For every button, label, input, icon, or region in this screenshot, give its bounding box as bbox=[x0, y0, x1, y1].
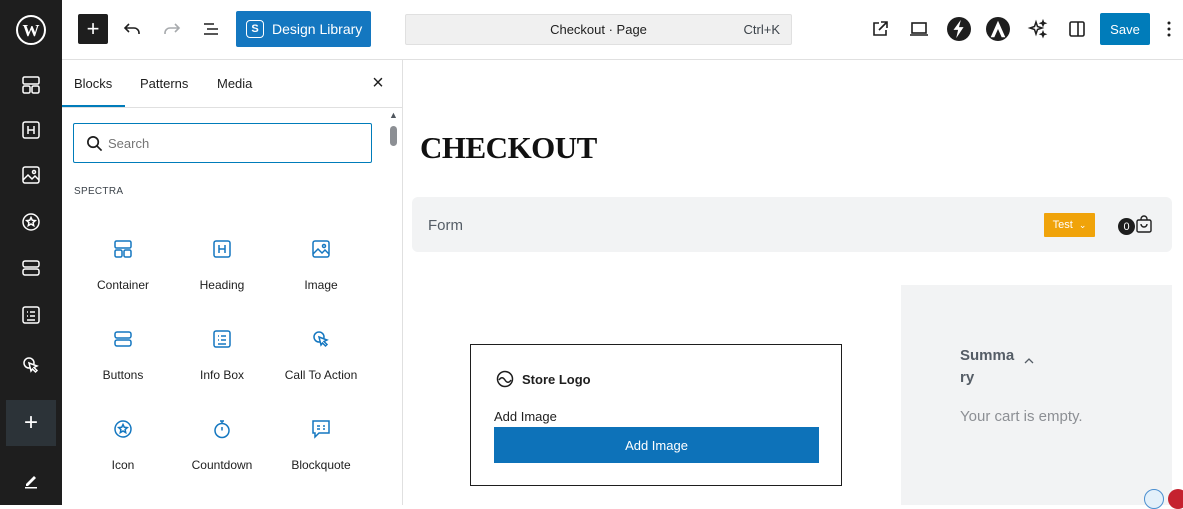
block-inserter-panel: Blocks Patterns Media × SPECTRA Containe… bbox=[62, 60, 403, 505]
container-icon bbox=[114, 240, 132, 258]
block-countdown[interactable]: Countdown bbox=[172, 418, 272, 498]
block-label: Icon bbox=[111, 458, 135, 472]
rail-edit-pencil-icon[interactable] bbox=[0, 460, 62, 500]
rail-info-box-icon[interactable] bbox=[0, 295, 62, 335]
tab-media[interactable]: Media bbox=[217, 76, 252, 91]
spectra-logo-icon: S bbox=[246, 20, 264, 38]
block-call-to-action[interactable]: Call To Action bbox=[271, 328, 371, 408]
block-blockquote[interactable]: Blockquote bbox=[271, 418, 371, 498]
page-title[interactable]: CHECKOUT bbox=[420, 130, 597, 166]
rail-heading-icon[interactable] bbox=[0, 110, 62, 150]
add-image-button[interactable]: Add Image bbox=[494, 427, 819, 463]
block-image[interactable]: Image bbox=[271, 238, 371, 318]
active-tab-indicator bbox=[62, 105, 125, 107]
close-icon[interactable]: × bbox=[367, 72, 389, 94]
floating-badges bbox=[1144, 489, 1183, 509]
undo-icon[interactable] bbox=[117, 14, 147, 44]
inserter-scrollbar[interactable]: ▲ bbox=[388, 110, 400, 505]
block-category-label: SPECTRA bbox=[74, 186, 124, 197]
redo-icon[interactable] bbox=[157, 14, 187, 44]
buttons-icon bbox=[114, 331, 132, 347]
chevron-up-icon[interactable] bbox=[1022, 354, 1036, 368]
editor-toolbar: + S Design Library Checkout · Page Ctrl+… bbox=[62, 0, 1183, 60]
tab-blocks[interactable]: Blocks bbox=[74, 76, 112, 91]
admin-rail: W + bbox=[0, 0, 62, 505]
spectra-bolt-icon[interactable] bbox=[944, 14, 974, 44]
astra-logo-icon[interactable] bbox=[983, 14, 1013, 44]
block-buttons[interactable]: Buttons bbox=[73, 328, 173, 408]
rail-call-to-action-icon[interactable] bbox=[0, 345, 62, 385]
form-label: Form bbox=[428, 217, 463, 234]
store-logo-icon bbox=[496, 370, 514, 388]
command-shortcut: Ctrl+K bbox=[743, 22, 780, 37]
tab-patterns[interactable]: Patterns bbox=[140, 76, 188, 91]
cart-empty-message: Your cart is empty. bbox=[960, 408, 1083, 425]
design-library-label: Design Library bbox=[272, 21, 363, 37]
block-heading[interactable]: Heading bbox=[172, 238, 272, 318]
external-link-icon[interactable] bbox=[865, 14, 895, 44]
checkout-form-bar[interactable]: Form Test ⌄ 0 bbox=[412, 197, 1172, 252]
notification-badge-icon[interactable] bbox=[1168, 489, 1183, 509]
block-label: Container bbox=[96, 278, 150, 292]
block-search-field[interactable] bbox=[73, 123, 372, 163]
settings-sidebar-toggle-icon[interactable] bbox=[1062, 14, 1092, 44]
scroll-up-arrow-icon[interactable]: ▲ bbox=[389, 110, 398, 120]
help-bubble-icon[interactable] bbox=[1144, 489, 1164, 509]
document-overview-icon[interactable] bbox=[196, 14, 226, 44]
image-icon bbox=[312, 240, 330, 258]
design-library-button[interactable]: S Design Library bbox=[236, 11, 371, 47]
scroll-thumb[interactable] bbox=[390, 126, 397, 146]
rail-buttons-icon[interactable] bbox=[0, 248, 62, 288]
ai-sparkle-icon[interactable] bbox=[1023, 14, 1053, 44]
order-summary-panel: Summa ry Your cart is empty. bbox=[901, 285, 1172, 505]
store-logo-block[interactable]: Store Logo Add Image Add Image bbox=[470, 344, 842, 486]
block-label: Heading bbox=[199, 278, 245, 292]
test-mode-dropdown[interactable]: Test ⌄ bbox=[1044, 213, 1095, 237]
info-box-icon bbox=[213, 330, 231, 348]
rail-image-icon[interactable] bbox=[0, 155, 62, 195]
device-preview-laptop-icon[interactable] bbox=[904, 14, 934, 44]
call-to-action-icon bbox=[313, 331, 329, 348]
icon-block-icon bbox=[114, 420, 132, 438]
summary-title[interactable]: Summa ry bbox=[960, 345, 1020, 389]
wordpress-logo-icon[interactable]: W bbox=[0, 0, 62, 60]
chevron-down-icon: ⌄ bbox=[1078, 219, 1087, 230]
block-label: Info Box bbox=[199, 368, 245, 382]
save-button[interactable]: Save bbox=[1100, 13, 1150, 45]
blockquote-icon bbox=[312, 420, 330, 439]
cart-icon[interactable] bbox=[1134, 215, 1154, 235]
block-icon[interactable]: Icon bbox=[73, 418, 173, 498]
add-image-label: Add Image bbox=[494, 409, 557, 424]
rail-container-icon[interactable] bbox=[0, 65, 62, 105]
block-label: Buttons bbox=[102, 368, 144, 382]
heading-icon bbox=[213, 240, 231, 258]
editor-canvas: CHECKOUT Form Test ⌄ 0 Store Logo Add Im… bbox=[403, 61, 1183, 505]
block-label: Countdown bbox=[191, 458, 253, 472]
more-options-icon[interactable] bbox=[1159, 14, 1179, 44]
search-input[interactable] bbox=[108, 132, 358, 154]
document-title: Checkout · Page bbox=[550, 22, 647, 37]
store-logo-label: Store Logo bbox=[522, 371, 591, 387]
block-label: Image bbox=[304, 278, 338, 292]
search-icon bbox=[87, 136, 103, 152]
rail-icon-block-icon[interactable] bbox=[0, 202, 62, 242]
block-label: Blockquote bbox=[291, 458, 351, 472]
countdown-icon bbox=[214, 420, 230, 439]
command-palette-bar[interactable]: Checkout · Page Ctrl+K bbox=[405, 14, 792, 45]
rail-add-block-button[interactable]: + bbox=[6, 400, 56, 446]
store-logo-row: Store Logo bbox=[496, 370, 591, 388]
block-info-box[interactable]: Info Box bbox=[172, 328, 272, 408]
cart-count-badge: 0 bbox=[1118, 218, 1135, 235]
svg-text:W: W bbox=[23, 21, 40, 40]
block-container[interactable]: Container bbox=[73, 238, 173, 318]
test-badge-label: Test bbox=[1052, 219, 1073, 231]
inserter-tabs: Blocks Patterns Media × bbox=[62, 60, 402, 108]
block-inserter-toggle-button[interactable]: + bbox=[78, 14, 108, 44]
block-label: Call To Action bbox=[284, 368, 358, 382]
